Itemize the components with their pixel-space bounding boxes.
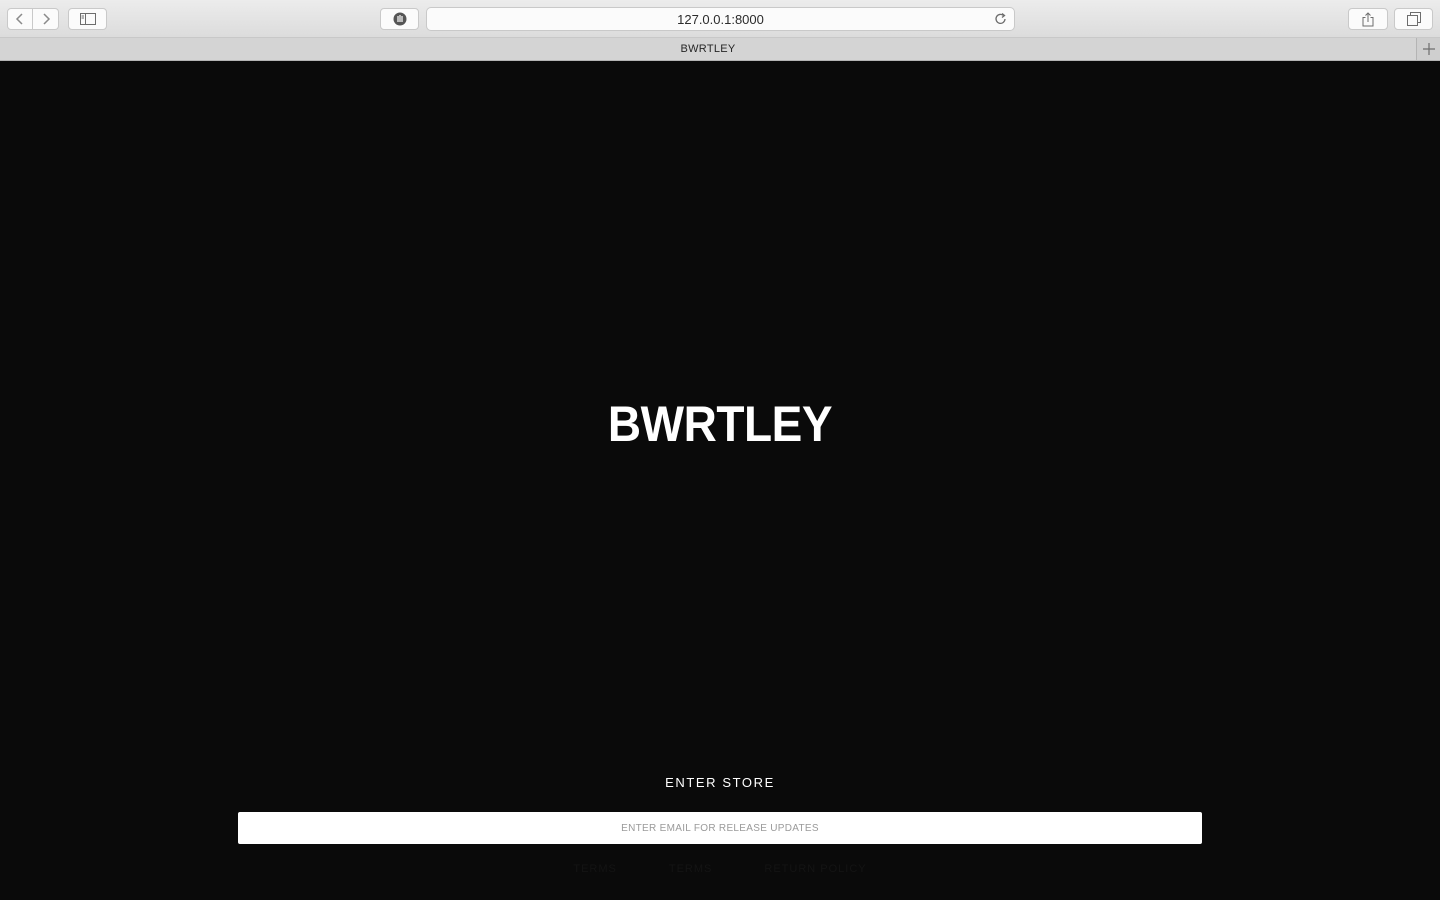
chevron-left-icon <box>15 13 23 25</box>
sidebar-icon <box>79 13 96 25</box>
back-button[interactable] <box>7 8 33 30</box>
tabs-overview-icon <box>1406 12 1421 26</box>
chevron-right-icon <box>42 13 50 25</box>
address-bar[interactable]: 127.0.0.1:8000 <box>426 7 1015 31</box>
footer-link-terms-2[interactable]: TERMS <box>669 863 713 883</box>
tab-title: BWRTLEY <box>680 43 736 55</box>
sidebar-button[interactable] <box>68 8 107 30</box>
share-button[interactable] <box>1348 8 1388 30</box>
active-tab[interactable]: BWRTLEY <box>0 38 1416 60</box>
footer-link-return-policy[interactable]: RETURN POLICY <box>764 863 866 883</box>
footer-links: TERMS TERMS RETURN POLICY <box>0 863 1440 883</box>
share-icon <box>1362 11 1374 26</box>
plus-icon <box>1422 43 1435 55</box>
privacy-report-button[interactable] <box>380 8 419 30</box>
forward-button[interactable] <box>33 8 59 30</box>
enter-store-link[interactable]: ENTER STORE <box>620 775 820 797</box>
privacy-report-icon <box>393 12 406 26</box>
tab-bar: BWRTLEY <box>0 38 1440 61</box>
tab-overview-button[interactable] <box>1394 8 1433 30</box>
landing-page: BWRTLEY ENTER STORE TERMS TERMS RETURN P… <box>0 61 1440 900</box>
footer-link-terms[interactable]: TERMS <box>573 863 617 883</box>
brand-logo: BWRTLEY <box>607 396 833 452</box>
reload-icon[interactable] <box>994 12 1008 26</box>
browser-toolbar: 127.0.0.1:8000 <box>0 0 1440 38</box>
new-tab-button[interactable] <box>1416 38 1440 60</box>
email-input[interactable] <box>238 812 1202 844</box>
url-text: 127.0.0.1:8000 <box>677 11 764 27</box>
